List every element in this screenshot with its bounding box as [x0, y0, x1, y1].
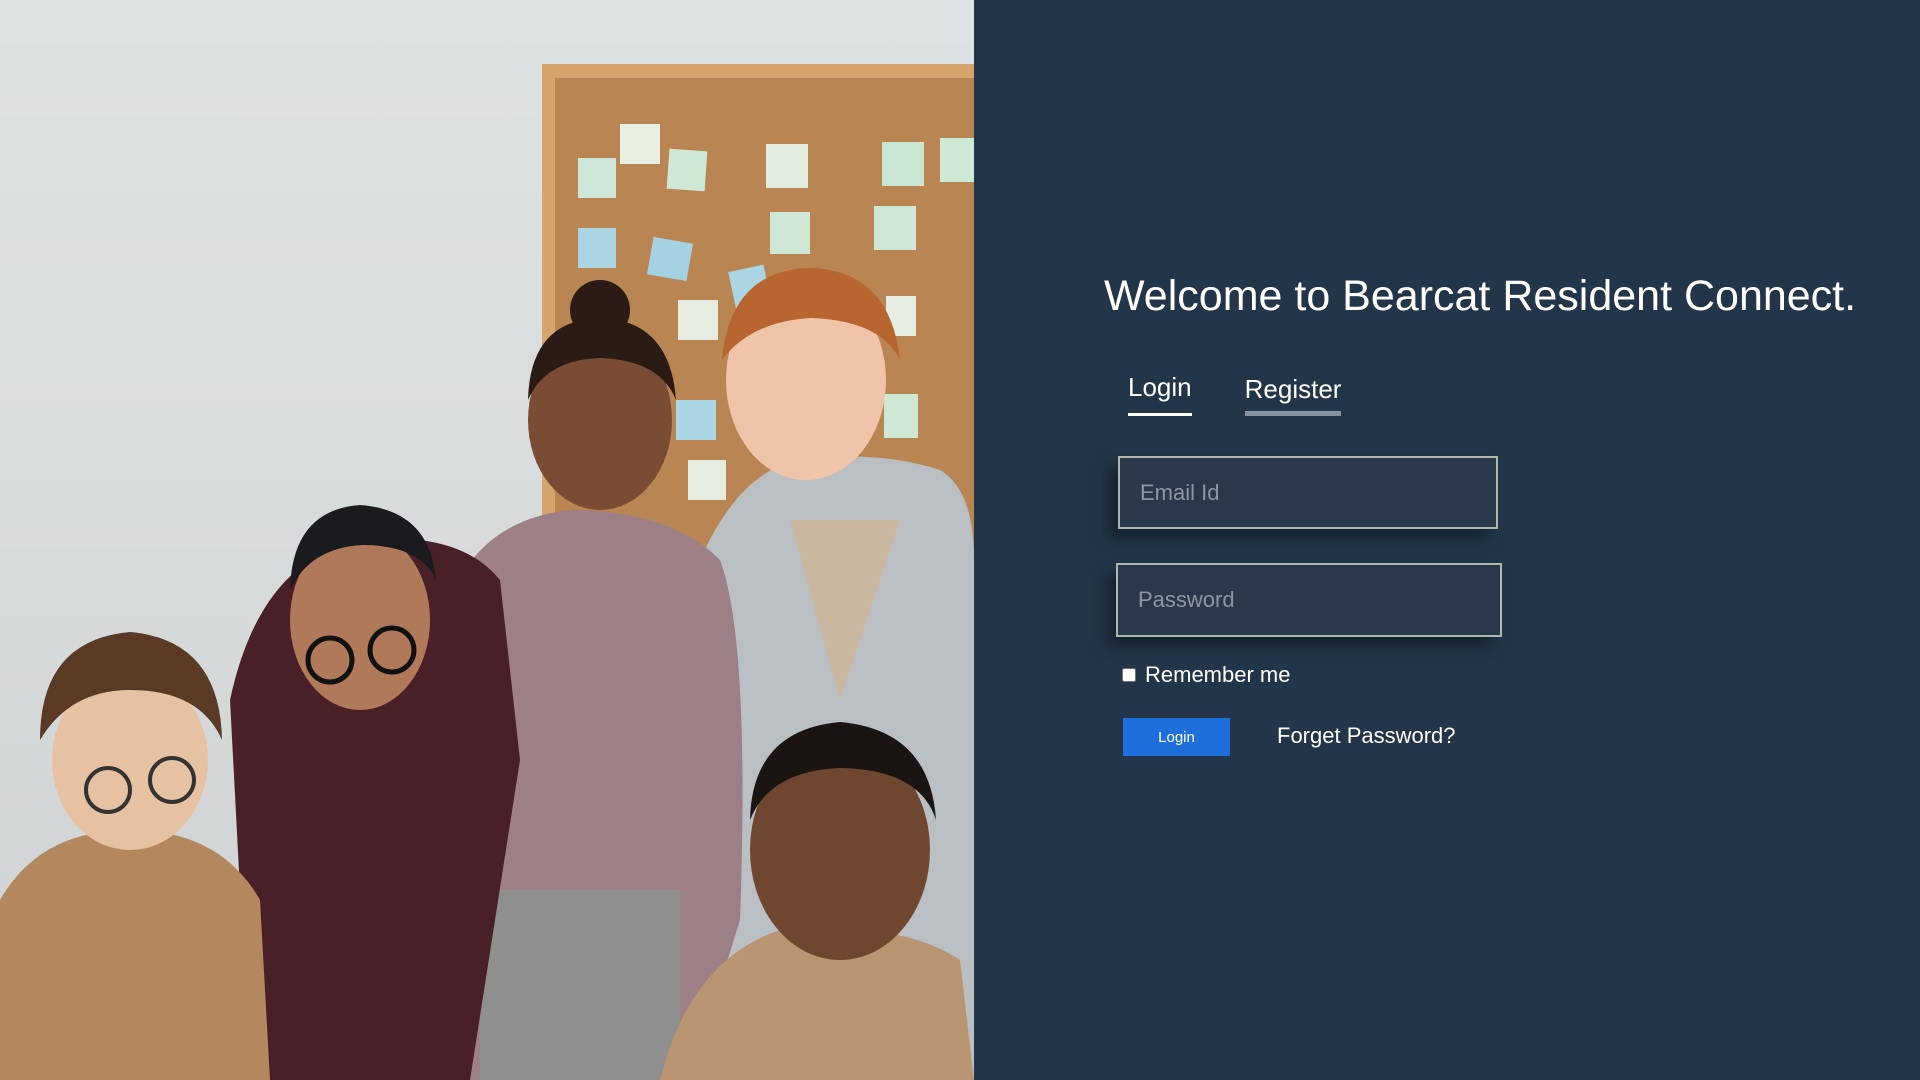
person-curly-hair	[0, 632, 270, 1080]
welcome-title: Welcome to Bearcat Resident Connect.	[1104, 272, 1857, 320]
login-button[interactable]: Login	[1123, 718, 1230, 756]
team-photo-illustration	[0, 64, 974, 1080]
tab-login[interactable]: Login	[1128, 372, 1192, 416]
remember-me-checkbox[interactable]	[1122, 668, 1136, 682]
password-field[interactable]	[1116, 563, 1502, 637]
person-glasses-man	[230, 505, 520, 1080]
tab-register[interactable]: Register	[1244, 374, 1342, 416]
login-page: Welcome to Bearcat Resident Connect. Log…	[0, 0, 1920, 1080]
forget-password-link[interactable]: Forget Password?	[1277, 723, 1456, 749]
remember-me-label: Remember me	[1145, 662, 1291, 687]
auth-tabs: Login Register	[1128, 372, 1342, 416]
remember-me-row: Remember me	[1122, 662, 1290, 688]
team-photo-image	[0, 0, 974, 1080]
email-field[interactable]	[1118, 456, 1498, 529]
login-panel: Welcome to Bearcat Resident Connect. Log…	[974, 0, 1920, 1080]
